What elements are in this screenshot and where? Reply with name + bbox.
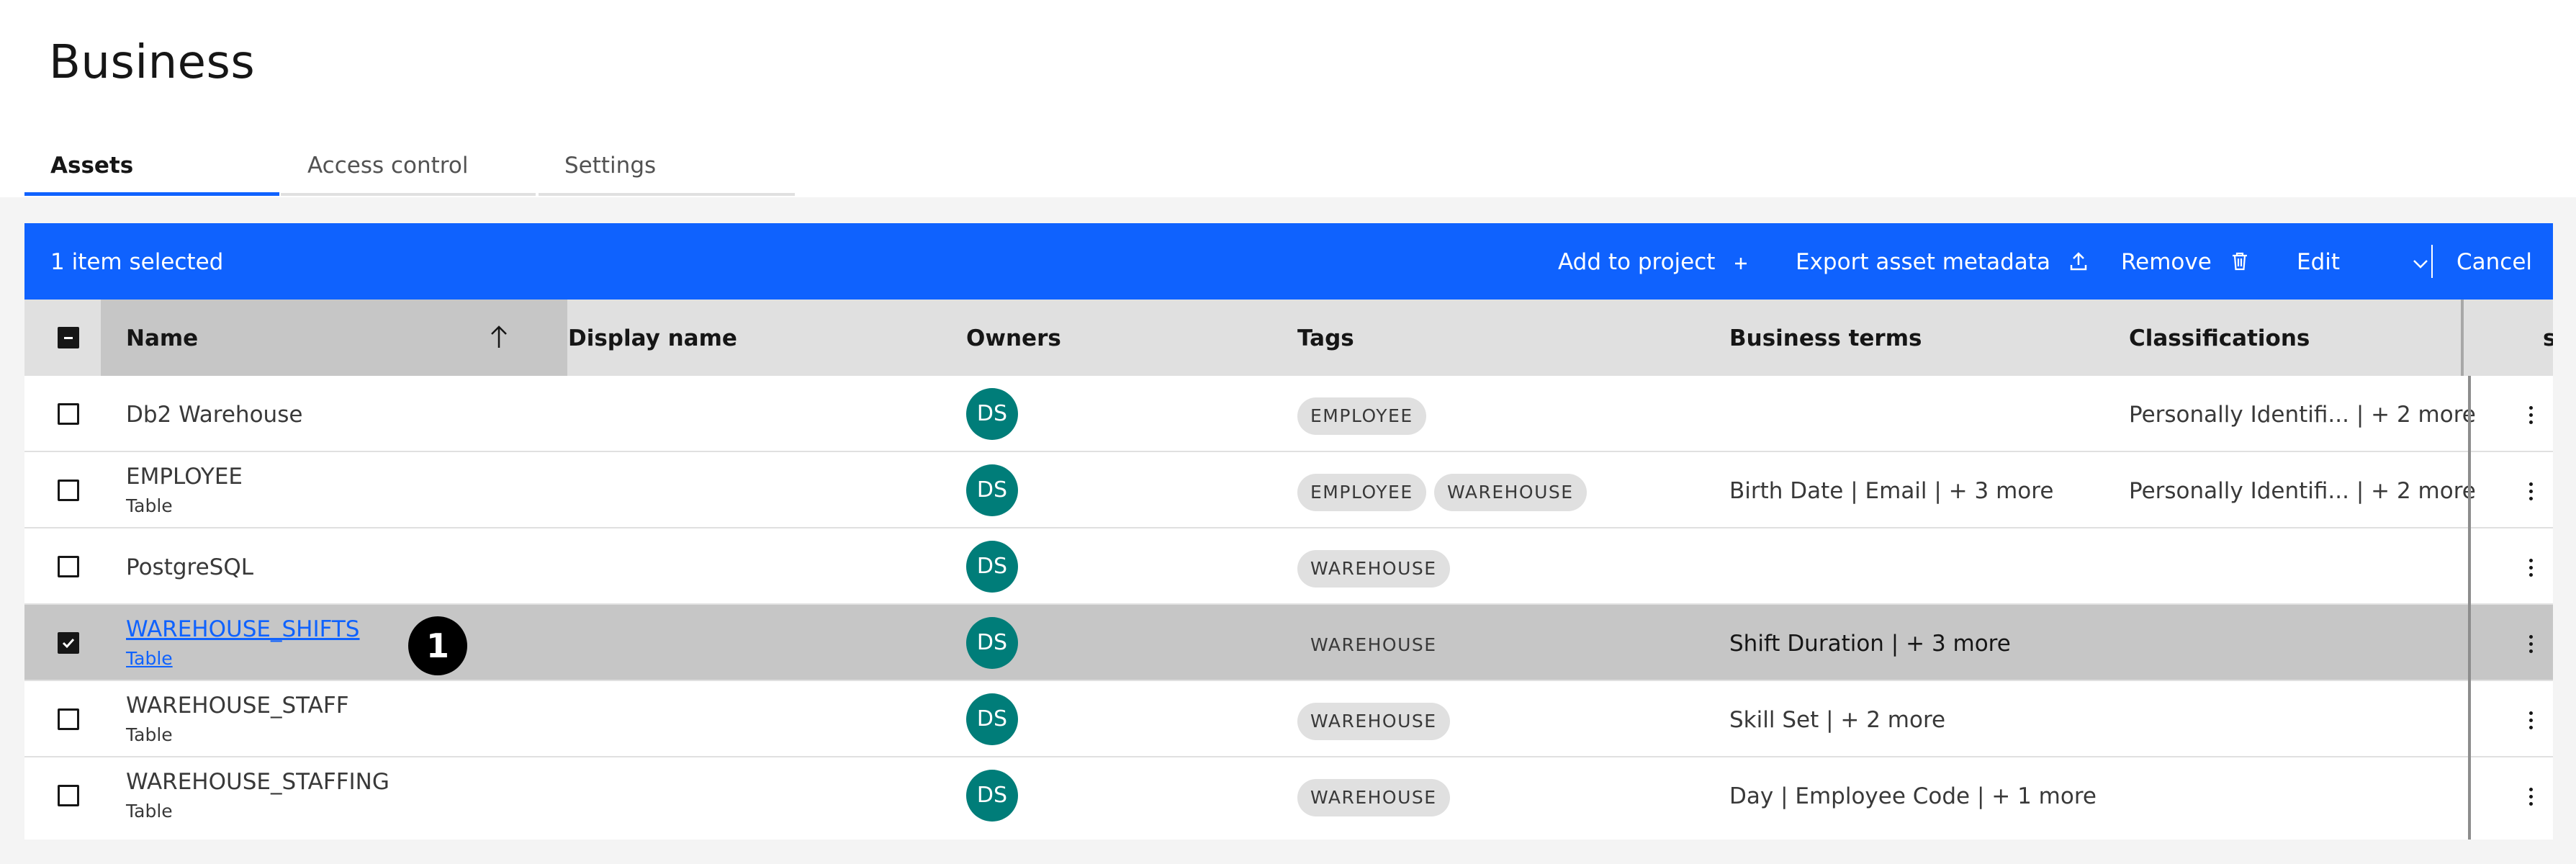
tag-chip: WAREHOUSE (1297, 550, 1450, 588)
row-checkbox[interactable] (58, 480, 79, 501)
asset-name[interactable]: PostgreSQL (126, 554, 253, 580)
name-column-header[interactable]: Name (101, 300, 567, 376)
avatar: DS (966, 693, 1018, 745)
tab-assets[interactable]: Assets (24, 137, 279, 196)
cancel-button[interactable]: Cancel (2456, 249, 2532, 275)
overflow-menu-icon[interactable] (2517, 553, 2546, 582)
column-header-tags[interactable]: Tags (1297, 325, 1354, 351)
edit-button[interactable]: Edit (2297, 249, 2340, 275)
column-divider (2461, 300, 2464, 376)
asset-type: Table (126, 801, 173, 822)
edit-menu-toggle[interactable] (2400, 251, 2431, 276)
row-checkbox[interactable] (58, 556, 79, 577)
edit-label: Edit (2297, 249, 2341, 275)
avatar: DS (966, 770, 1018, 822)
page-title: Business (49, 36, 256, 89)
page-header: Business Assets Access control Settings (0, 0, 2576, 197)
remove-button[interactable]: Remove (2121, 249, 2251, 275)
asset-name[interactable]: EMPLOYEE (126, 464, 243, 490)
tag-chip: EMPLOYEE (1297, 397, 1426, 435)
overflow-menu-icon[interactable] (2517, 477, 2546, 505)
tag-chip: WAREHOUSE (1434, 474, 1587, 511)
tag-chip: WAREHOUSE (1297, 626, 1450, 664)
checkmark-icon (62, 638, 75, 649)
action-divider (2431, 245, 2433, 278)
table-row[interactable]: WAREHOUSE_STAFFING Table DS WAREHOUSE Da… (24, 757, 2553, 834)
tab-settings[interactable]: Settings (539, 137, 795, 196)
table-row[interactable]: WAREHOUSE_STAFF Table DS WAREHOUSE Skill… (24, 681, 2553, 757)
sort-ascending-icon[interactable] (488, 324, 510, 350)
avatar: DS (966, 464, 1018, 516)
tab-label: Assets (50, 153, 134, 179)
column-header-name: Name (126, 325, 199, 351)
tag-chip: WAREHOUSE (1297, 703, 1450, 740)
business-terms-cell: Birth Date | Email | + 3 more (1729, 478, 2054, 504)
asset-type: Table (126, 724, 173, 745)
business-terms-cell: Shift Duration | + 3 more (1729, 631, 2011, 657)
tag-chip: EMPLOYEE (1297, 474, 1426, 511)
row-checkbox-checked[interactable] (58, 632, 79, 654)
row-checkbox[interactable] (58, 708, 79, 730)
chevron-down-icon (2413, 260, 2428, 269)
avatar: DS (966, 388, 1018, 440)
column-header-business-terms[interactable]: Business terms (1729, 325, 1922, 351)
export-asset-metadata-button[interactable]: Export asset metadata (1796, 249, 2089, 275)
table-row[interactable]: PostgreSQL DS WAREHOUSE (24, 528, 2553, 605)
overflow-menu-icon[interactable] (2517, 706, 2546, 734)
avatar: DS (966, 617, 1018, 669)
selection-count: 1 item selected (50, 249, 224, 275)
table-row[interactable]: EMPLOYEE Table DS EMPLOYEE WAREHOUSE Bir… (24, 452, 2553, 528)
table-row-selected[interactable]: WAREHOUSE_SHIFTS Table DS WAREHOUSE Shif… (24, 605, 2553, 681)
column-header-display-name[interactable]: Display name (568, 325, 737, 351)
cancel-label: Cancel (2456, 249, 2533, 275)
asset-name[interactable]: WAREHOUSE_STAFFING (126, 769, 389, 795)
sticky-column-divider (2468, 376, 2471, 840)
tab-label: Access control (307, 153, 469, 179)
asset-name[interactable]: Db2 Warehouse (126, 402, 302, 428)
overflow-menu-icon[interactable] (2517, 629, 2546, 658)
add-to-project-label: Add to project (1558, 249, 1716, 275)
asset-type-link[interactable]: Table (126, 648, 173, 669)
remove-label: Remove (2121, 249, 2212, 275)
column-header-classifications[interactable]: Classifications (2129, 325, 2310, 351)
add-to-project-button[interactable]: Add to project (1558, 249, 1749, 275)
asset-name[interactable]: WAREHOUSE_STAFF (126, 693, 349, 719)
classifications-cell: Personally Identifi... | + 2 more (2129, 402, 2476, 428)
table-row[interactable]: Db2 Warehouse DS EMPLOYEE Personally Ide… (24, 376, 2553, 452)
asset-type: Table (126, 495, 173, 516)
table-header: Name Display name Owners Tags Business t… (24, 300, 2553, 376)
batch-action-bar: 1 item selected Add to project Export as… (24, 223, 2553, 300)
overflow-menu-icon[interactable] (2517, 782, 2546, 811)
avatar: DS (966, 541, 1018, 593)
add-icon (1735, 258, 1747, 269)
business-terms-cell: Skill Set | + 2 more (1729, 707, 1946, 733)
row-checkbox[interactable] (58, 403, 79, 425)
business-terms-cell: Day | Employee Code | + 1 more (1729, 783, 2097, 809)
asset-name-link[interactable]: WAREHOUSE_SHIFTS (126, 616, 360, 642)
upload-icon (2070, 252, 2087, 271)
trash-icon (2232, 252, 2247, 271)
export-label: Export asset metadata (1796, 249, 2050, 275)
select-all-checkbox[interactable] (58, 327, 79, 348)
classifications-cell: Personally Identifi... | + 2 more (2129, 478, 2476, 504)
tab-access-control[interactable]: Access control (281, 137, 536, 196)
overflow-menu-icon[interactable] (2517, 400, 2546, 429)
tag-chip: WAREHOUSE (1297, 779, 1450, 816)
step-badge: 1 (408, 616, 467, 675)
assets-table: 1 item selected Add to project Export as… (24, 223, 2553, 840)
row-checkbox[interactable] (58, 785, 79, 806)
tab-label: Settings (564, 153, 657, 179)
column-header-owners[interactable]: Owners (966, 325, 1061, 351)
column-header-truncated[interactable]: s (2543, 325, 2553, 351)
